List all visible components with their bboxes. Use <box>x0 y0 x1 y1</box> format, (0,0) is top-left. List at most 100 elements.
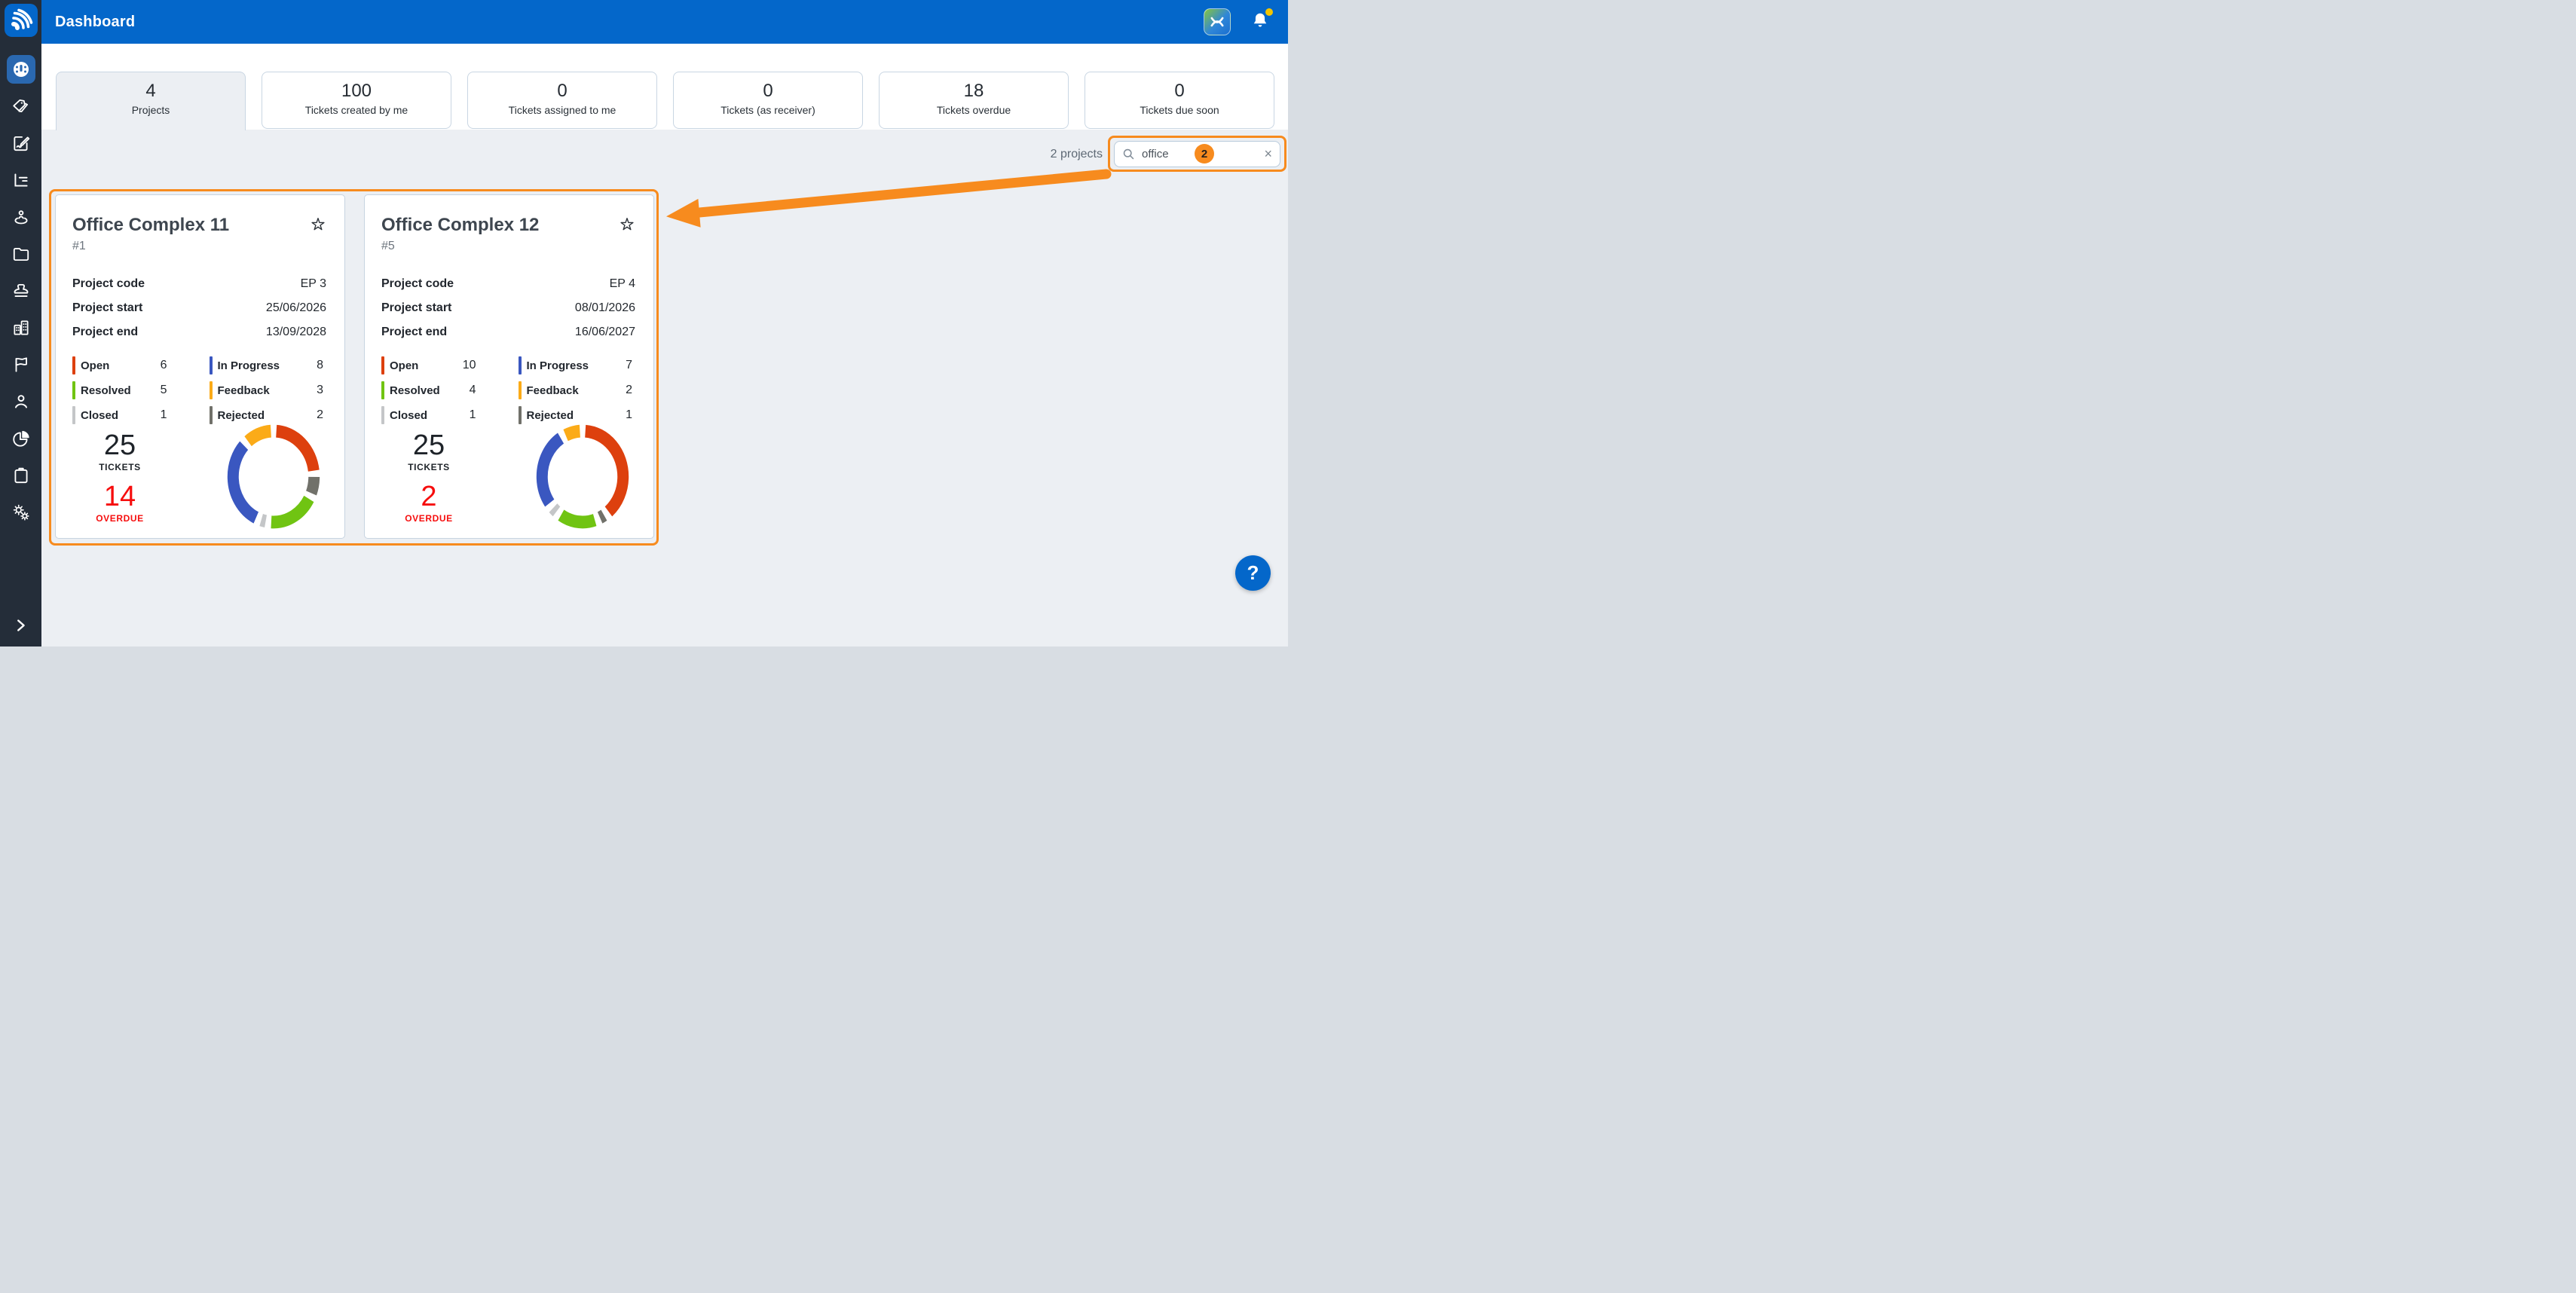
favorite-star-icon[interactable] <box>310 216 326 237</box>
status-resolved: Resolved4 <box>381 381 499 399</box>
match-count-badge: 2 <box>1195 144 1214 164</box>
project-details: Project code EP 4 Project start 08/01/20… <box>381 272 635 344</box>
sidebar-expand-button[interactable] <box>11 616 30 636</box>
detail-value: 25/06/2026 <box>266 301 326 315</box>
topbar-actions <box>1204 8 1288 35</box>
card-header: Office Complex 12 <box>381 215 635 237</box>
sidebar-item-flag[interactable] <box>7 350 35 379</box>
project-number: #5 <box>381 240 635 253</box>
project-card[interactable]: Office Complex 11 #1 Project code EP 3 P… <box>55 194 345 539</box>
app-launcher-icon <box>1209 14 1225 30</box>
favorite-star-icon[interactable] <box>619 216 635 237</box>
status-open: Open6 <box>72 356 190 374</box>
status-color-bar <box>519 356 522 374</box>
sidebar-item-signature[interactable] <box>7 129 35 157</box>
sidebar-item-pie-chart[interactable] <box>7 424 35 453</box>
tickets-count: 25 <box>78 430 161 460</box>
sidebar-item-dashboard[interactable] <box>7 55 35 84</box>
detail-label: Project start <box>381 301 451 315</box>
buildings-icon <box>11 318 31 338</box>
sidebar-item-stamp[interactable] <box>7 277 35 305</box>
sidebar-item-user[interactable] <box>7 387 35 416</box>
stats-strip: 4 Projects 100 Tickets created by me 0 T… <box>41 44 1288 130</box>
clear-search-icon[interactable]: × <box>1264 147 1272 160</box>
status-closed: Closed1 <box>72 406 190 424</box>
search-input[interactable] <box>1140 147 1187 161</box>
detail-row: Project code EP 4 <box>381 272 635 296</box>
folder-icon <box>11 244 31 264</box>
status-resolved: Resolved5 <box>72 381 190 399</box>
tab-label: Tickets (as receiver) <box>674 104 862 116</box>
page-title: Dashboard <box>55 14 135 31</box>
status-in-progress: In Progress8 <box>210 356 327 374</box>
status-color-bar <box>210 406 213 424</box>
tab-tickets-created-by-me[interactable]: 100 Tickets created by me <box>262 72 451 129</box>
tickets-caption: TICKETS <box>78 462 161 472</box>
sidebar <box>0 0 41 646</box>
ticket-totals: 25 TICKETS 2 OVERDUE <box>387 430 470 524</box>
tab-value: 0 <box>1085 81 1274 102</box>
stamp-icon <box>11 281 31 301</box>
project-title: Office Complex 12 <box>381 215 539 236</box>
tab-tickets-due-soon[interactable]: 0 Tickets due soon <box>1085 72 1274 129</box>
dashboard-screen: Dashboard 4 <box>0 0 1288 646</box>
project-card[interactable]: Office Complex 12 #5 Project code EP 4 P… <box>364 194 654 539</box>
detail-label: Project end <box>381 326 447 339</box>
user-icon <box>11 392 31 411</box>
sidebar-item-reports[interactable] <box>7 166 35 194</box>
project-title: Office Complex 11 <box>72 215 229 236</box>
overdue-caption: OVERDUE <box>78 513 161 524</box>
ticket-totals: 25 TICKETS 14 OVERDUE <box>78 430 161 524</box>
report-chart-icon <box>11 170 31 190</box>
status-color-bar <box>381 381 384 399</box>
status-color-bar <box>210 381 213 399</box>
sidebar-item-settings[interactable] <box>7 498 35 527</box>
card-header: Office Complex 11 <box>72 215 326 237</box>
tab-value: 18 <box>880 81 1068 102</box>
project-search[interactable]: 2 × <box>1114 141 1280 167</box>
detail-row: Project start 25/06/2026 <box>72 296 326 320</box>
tab-label: Tickets assigned to me <box>468 104 656 116</box>
status-closed: Closed1 <box>381 406 499 424</box>
logo-arcs-icon <box>8 8 34 33</box>
overdue-count: 14 <box>78 481 161 512</box>
signature-document-icon <box>11 133 31 153</box>
project-details: Project code EP 3 Project start 25/06/20… <box>72 272 326 344</box>
search-icon <box>1122 148 1135 160</box>
pie-chart-icon <box>11 429 31 448</box>
tab-value: 0 <box>674 81 862 102</box>
tab-projects[interactable]: 4 Projects <box>56 72 246 130</box>
sidebar-item-buildings[interactable] <box>7 313 35 342</box>
tab-label: Tickets due soon <box>1085 104 1274 116</box>
status-in-progress: In Progress7 <box>519 356 636 374</box>
detail-row: Project end 13/09/2028 <box>72 320 326 344</box>
tab-label: Projects <box>57 104 245 116</box>
project-count-text: 2 projects <box>1051 146 1103 163</box>
sidebar-item-tags[interactable] <box>7 92 35 121</box>
sidebar-item-person-marker[interactable] <box>7 203 35 231</box>
app-logo[interactable] <box>5 4 38 37</box>
help-button[interactable]: ? <box>1235 555 1271 591</box>
chevron-right-icon <box>12 617 29 634</box>
tab-tickets-overdue[interactable]: 18 Tickets overdue <box>879 72 1069 129</box>
sidebar-item-clipboard[interactable] <box>7 461 35 490</box>
tickets-caption: TICKETS <box>387 462 470 472</box>
notification-dot <box>1265 8 1273 16</box>
person-marker-icon <box>11 207 31 227</box>
tab-tickets-assigned-to-me[interactable]: 0 Tickets assigned to me <box>467 72 657 129</box>
notifications-button[interactable] <box>1249 11 1271 33</box>
annotation-box-search: 2 × <box>1108 136 1286 172</box>
tickets-donut-chart <box>531 419 634 534</box>
detail-value: EP 4 <box>610 277 635 291</box>
tickets-count: 25 <box>387 430 470 460</box>
detail-value: EP 3 <box>301 277 326 291</box>
detail-row: Project code EP 3 <box>72 272 326 296</box>
tab-label: Tickets created by me <box>262 104 451 116</box>
topbar: Dashboard <box>41 0 1288 44</box>
tab-tickets-as-receiver[interactable]: 0 Tickets (as receiver) <box>673 72 863 129</box>
app-launcher-button[interactable] <box>1204 8 1231 35</box>
stats-tabs: 4 Projects 100 Tickets created by me 0 T… <box>56 72 1274 130</box>
overdue-count: 2 <box>387 481 470 512</box>
status-open: Open10 <box>381 356 499 374</box>
sidebar-item-folder[interactable] <box>7 240 35 268</box>
